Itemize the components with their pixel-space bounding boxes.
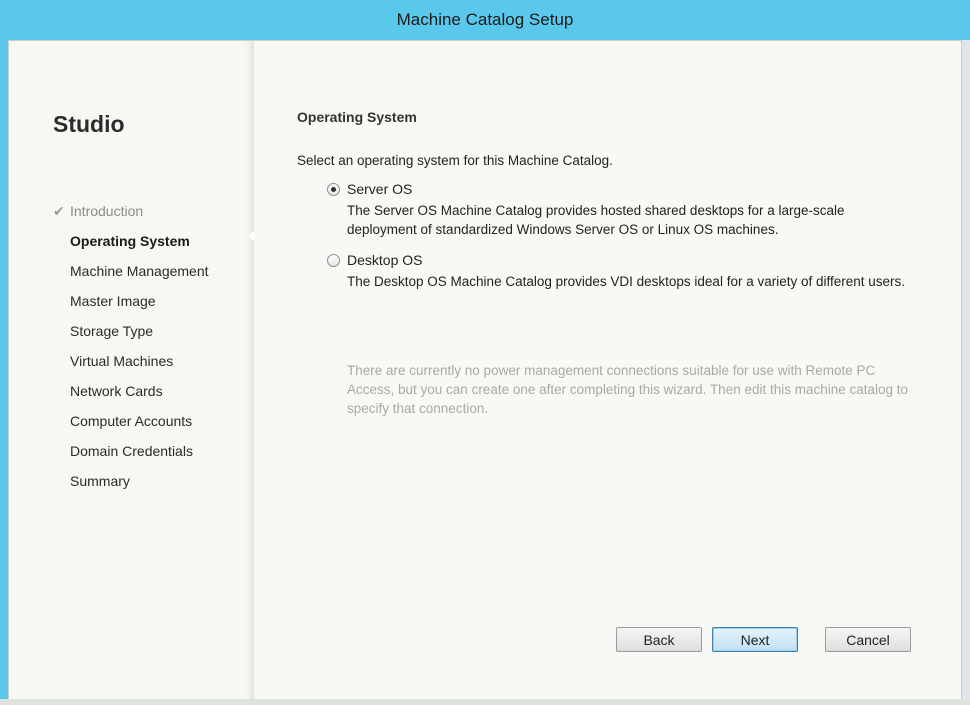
step-label: Introduction bbox=[70, 203, 144, 219]
cancel-button[interactable]: Cancel bbox=[825, 627, 911, 652]
step-label: Network Cards bbox=[70, 383, 163, 399]
step-operating-system[interactable]: Operating System bbox=[9, 229, 254, 259]
wizard-sidebar: Studio ✔ Introduction Operating System M… bbox=[9, 41, 254, 700]
back-button[interactable]: Back bbox=[616, 627, 702, 652]
step-summary: Summary bbox=[9, 469, 254, 499]
step-storage-type: Storage Type bbox=[9, 319, 254, 349]
window-title: Machine Catalog Setup bbox=[396, 10, 574, 29]
step-virtual-machines: Virtual Machines bbox=[9, 349, 254, 379]
server-os-description: The Server OS Machine Catalog provides h… bbox=[347, 203, 845, 237]
desktop-os-description: The Desktop OS Machine Catalog provides … bbox=[347, 274, 906, 289]
step-computer-accounts: Computer Accounts bbox=[9, 409, 254, 439]
page-heading: Operating System bbox=[297, 109, 417, 125]
step-label: Computer Accounts bbox=[70, 413, 193, 429]
step-label: Virtual Machines bbox=[70, 353, 174, 369]
title-bar: Machine Catalog Setup bbox=[0, 0, 970, 40]
server-os-label[interactable]: Server OS bbox=[347, 181, 412, 197]
step-label: Operating System bbox=[70, 233, 190, 249]
background-window-edge bbox=[0, 699, 970, 705]
desktop-os-label[interactable]: Desktop OS bbox=[347, 252, 422, 268]
desktop-os-radio[interactable] bbox=[327, 254, 340, 267]
step-label: Domain Credentials bbox=[70, 443, 193, 459]
step-label: Storage Type bbox=[70, 323, 154, 339]
step-machine-management: Machine Management bbox=[9, 259, 254, 289]
server-os-radio[interactable] bbox=[327, 183, 340, 196]
brand-title: Studio bbox=[53, 111, 125, 137]
checkmark-icon: ✔ bbox=[53, 203, 65, 219]
step-label: Machine Management bbox=[70, 263, 209, 279]
step-network-cards: Network Cards bbox=[9, 379, 254, 409]
wizard-steps: ✔ Introduction Operating System Machine … bbox=[9, 199, 254, 499]
wizard-frame: Studio ✔ Introduction Operating System M… bbox=[8, 40, 962, 701]
step-domain-credentials: Domain Credentials bbox=[9, 439, 254, 469]
step-label: Master Image bbox=[70, 293, 156, 309]
step-master-image: Master Image bbox=[9, 289, 254, 319]
remote-pc-note: There are currently no power management … bbox=[347, 363, 909, 416]
next-button[interactable]: Next bbox=[712, 627, 798, 652]
step-introduction[interactable]: ✔ Introduction bbox=[9, 199, 254, 229]
page-prompt: Select an operating system for this Mach… bbox=[297, 153, 613, 168]
background-window-edge bbox=[962, 40, 970, 700]
step-label: Summary bbox=[70, 473, 130, 489]
wizard-content: Operating System Select an operating sys… bbox=[254, 41, 961, 700]
